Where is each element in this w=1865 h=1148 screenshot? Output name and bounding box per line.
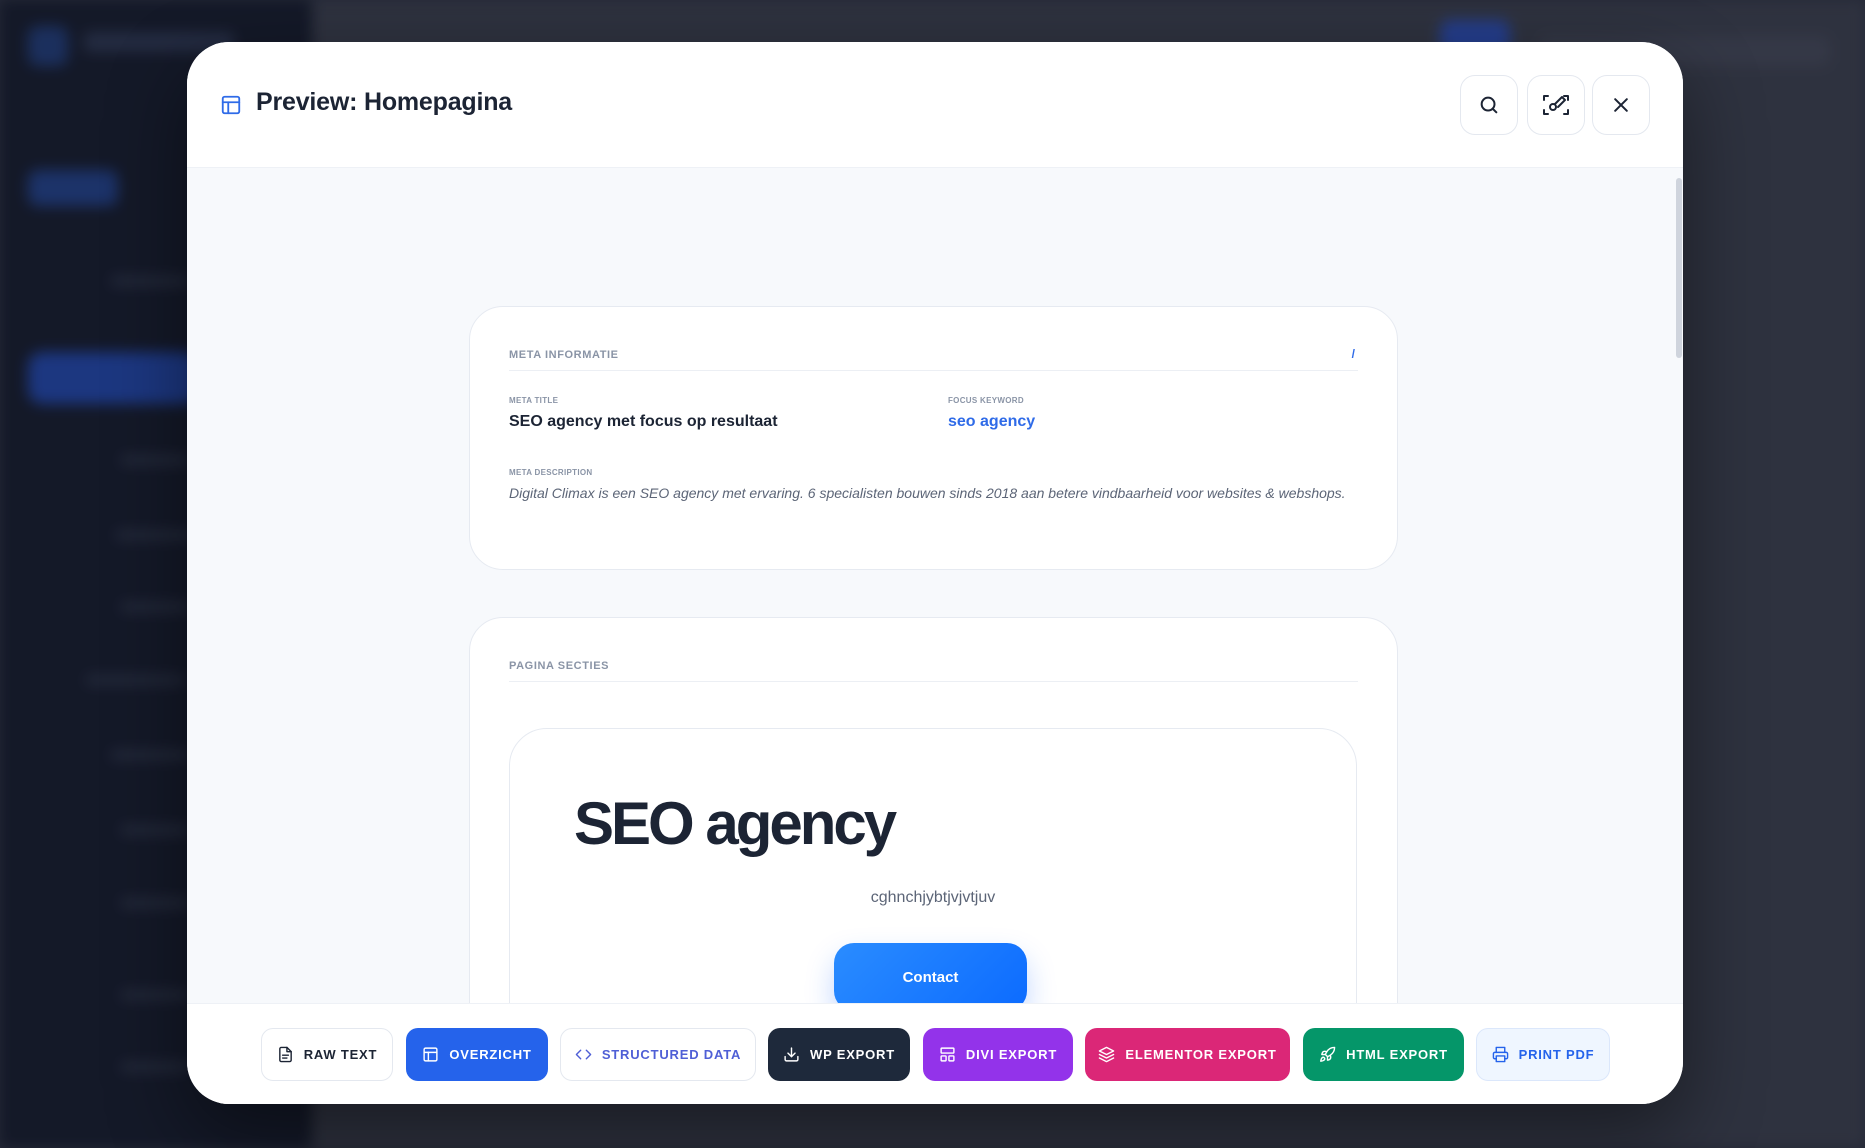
hero-subtitle: cghnchjybtjvjvtjuv xyxy=(870,889,996,906)
layout-grid-icon xyxy=(940,1047,955,1062)
divider xyxy=(509,681,1358,682)
meta-title-value: SEO agency met focus op resultaat xyxy=(509,413,778,430)
meta-description-label: META DESCRIPTION xyxy=(509,468,593,477)
hero-section: SEO agency cghnchjybtjvjvtjuv Contact xyxy=(509,728,1357,1045)
html-export-button[interactable]: HTML EXPORT xyxy=(1303,1028,1464,1081)
modal-header: Preview: Homepagina xyxy=(187,42,1683,168)
file-text-icon xyxy=(278,1046,292,1063)
scrollbar[interactable] xyxy=(1675,168,1683,1045)
printer-icon xyxy=(1492,1046,1508,1063)
rocket-icon xyxy=(1320,1046,1336,1062)
page-sections-card: PAGINA SECTIES SEO agency cghnchjybtjvjv… xyxy=(469,617,1398,1045)
wp-export-label: WP EXPORT xyxy=(810,1047,895,1062)
print-pdf-label: PRINT PDF xyxy=(1518,1047,1595,1062)
screenshot-icon xyxy=(1543,95,1569,115)
meta-description-value: Digital Climax is een SEO agency met erv… xyxy=(509,485,1346,501)
modal-title: Preview: Homepagina xyxy=(256,88,513,116)
sections-label: PAGINA SECTIES xyxy=(509,660,610,672)
overzicht-label: OVERZICHT xyxy=(449,1047,532,1062)
hero-title: SEO agency xyxy=(574,790,897,857)
focus-keyword-value: seo agency xyxy=(948,413,1036,430)
download-icon xyxy=(784,1047,799,1062)
close-button[interactable] xyxy=(1592,75,1650,135)
layers-icon xyxy=(1099,1046,1115,1063)
preview-scroll-area[interactable]: META INFORMATIE / META TITLE SEO agency … xyxy=(187,168,1683,1045)
wp-export-button[interactable]: WP EXPORT xyxy=(768,1028,910,1081)
scrollbar-thumb[interactable] xyxy=(1676,178,1682,358)
search-icon xyxy=(1480,96,1498,114)
elementor-export-label: ELEMENTOR EXPORT xyxy=(1125,1047,1277,1062)
elementor-export-button[interactable]: ELEMENTOR EXPORT xyxy=(1085,1028,1290,1081)
meta-info-card: META INFORMATIE / META TITLE SEO agency … xyxy=(469,306,1398,570)
divi-export-label: DIVI EXPORT xyxy=(965,1047,1058,1062)
focus-keyword-label: FOCUS KEYWORD xyxy=(948,396,1024,405)
print-pdf-button[interactable]: PRINT PDF xyxy=(1476,1028,1610,1081)
divider xyxy=(509,370,1358,371)
divi-export-button[interactable]: DIVI EXPORT xyxy=(923,1028,1073,1081)
code-icon xyxy=(575,1049,592,1060)
contact-button[interactable]: Contact xyxy=(834,943,1027,1011)
preview-modal: Preview: Homepagina META INFORMATIE / ME… xyxy=(187,42,1683,1104)
overzicht-button[interactable]: OVERZICHT xyxy=(406,1028,548,1081)
export-toolbar: RAW TEXT OVERZICHT STRUCTURED DATA WP EX… xyxy=(187,1003,1683,1104)
screenshot-button[interactable] xyxy=(1527,75,1585,135)
raw-text-label: RAW TEXT xyxy=(303,1047,378,1062)
structured-data-button[interactable]: STRUCTURED DATA xyxy=(560,1028,756,1081)
meta-title-label: META TITLE xyxy=(509,396,559,405)
meta-section-label: META INFORMATIE xyxy=(509,349,619,361)
search-button[interactable] xyxy=(1460,75,1518,135)
meta-edit-link[interactable]: / xyxy=(1352,347,1355,361)
close-icon xyxy=(1614,98,1628,112)
structured-data-label: STRUCTURED DATA xyxy=(601,1047,742,1062)
html-export-label: HTML EXPORT xyxy=(1346,1047,1448,1062)
raw-text-button[interactable]: RAW TEXT xyxy=(261,1028,393,1081)
layout-icon xyxy=(423,1047,438,1062)
layout-icon xyxy=(221,95,241,115)
